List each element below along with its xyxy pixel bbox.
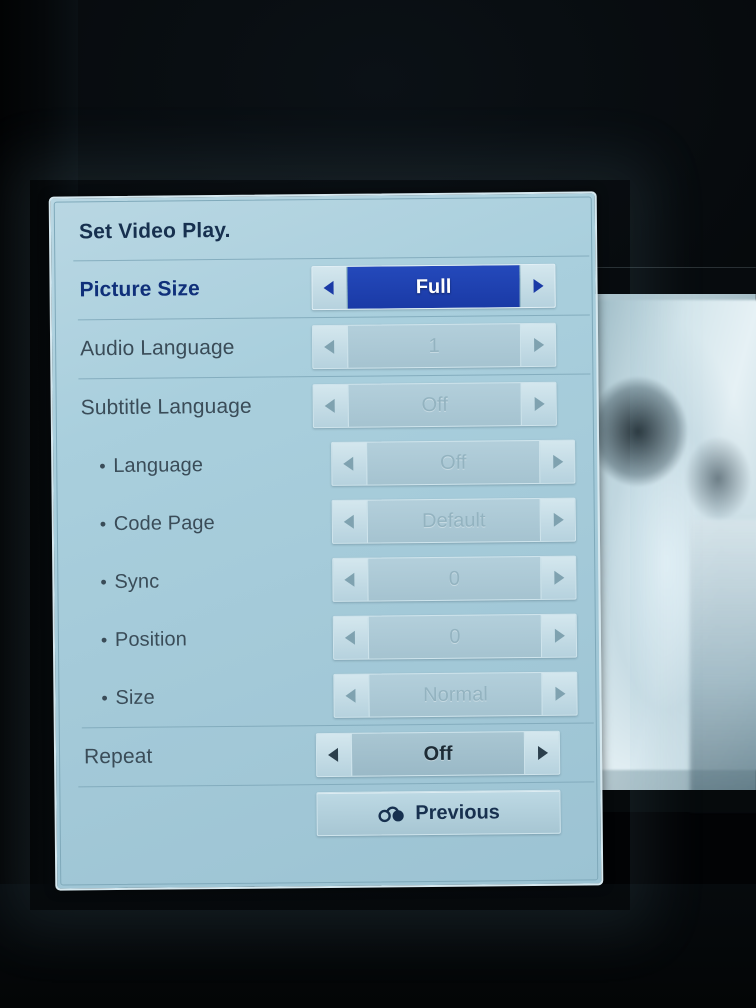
left-arrow-icon[interactable] xyxy=(334,674,369,717)
right-arrow-icon[interactable] xyxy=(542,672,577,715)
setting-row-picture-size[interactable]: Picture Size Full xyxy=(51,256,596,319)
bullet-icon: • xyxy=(99,513,107,534)
setting-value-code-page: Default xyxy=(366,498,542,543)
setting-label-text: Audio Language xyxy=(80,335,235,361)
back-return-icon xyxy=(378,806,404,823)
spinner-repeat[interactable]: Off xyxy=(315,730,561,778)
bullet-icon: • xyxy=(101,687,108,708)
setting-value-position: 0 xyxy=(367,614,543,659)
right-arrow-icon[interactable] xyxy=(541,614,577,657)
previous-button[interactable]: Previous xyxy=(316,789,561,837)
left-arrow-icon[interactable] xyxy=(312,325,348,369)
setting-row-position[interactable]: • Position 0 xyxy=(55,606,600,669)
setting-row-audio-language[interactable]: Audio Language 1 xyxy=(52,315,597,378)
settings-list: Picture Size Full Audio Language 1 Subtitle … xyxy=(51,256,600,786)
left-arrow-icon[interactable] xyxy=(333,616,369,659)
spinner-picture-size[interactable]: Full xyxy=(311,263,556,311)
left-arrow-icon[interactable] xyxy=(332,500,368,543)
setting-row-repeat[interactable]: Repeat Off xyxy=(56,723,601,786)
right-arrow-icon[interactable] xyxy=(521,382,556,426)
setting-row-subtitle-language[interactable]: Subtitle Language Off xyxy=(52,374,597,437)
set-video-play-dialog: Set Video Play. Picture Size Full Audio La… xyxy=(48,191,604,891)
spinner-subtitle-language[interactable]: Off xyxy=(312,381,557,429)
setting-value-audio-language: 1 xyxy=(346,324,522,368)
bullet-icon: • xyxy=(99,455,106,476)
setting-label-text: Picture Size xyxy=(79,277,200,302)
setting-label-text: Position xyxy=(114,627,187,651)
right-arrow-icon[interactable] xyxy=(520,323,556,367)
spinner-sync[interactable]: 0 xyxy=(332,555,577,602)
tv-bezel-bottom xyxy=(0,884,756,1008)
bullet-icon: • xyxy=(100,571,107,592)
right-arrow-icon[interactable] xyxy=(540,440,575,483)
right-arrow-icon[interactable] xyxy=(524,731,560,775)
setting-value-sync: 0 xyxy=(367,556,542,601)
tv-screen: Set Video Play. Picture Size Full Audio La… xyxy=(0,0,756,1008)
dialog-title: Set Video Play. xyxy=(78,218,231,244)
setting-row-language[interactable]: • Language Off xyxy=(53,432,598,495)
setting-label-text: Code Page xyxy=(113,511,215,535)
setting-value-language: Off xyxy=(366,440,541,485)
spinner-language[interactable]: Off xyxy=(331,439,576,486)
spinner-code-page[interactable]: Default xyxy=(331,497,577,544)
setting-value-repeat: Off xyxy=(350,732,526,776)
footer-spacer xyxy=(85,814,317,816)
left-arrow-icon[interactable] xyxy=(316,733,352,777)
setting-label-text: Size xyxy=(115,686,155,709)
setting-label-position: • Position xyxy=(83,626,333,651)
spinner-audio-language[interactable]: 1 xyxy=(311,322,557,370)
setting-row-sync[interactable]: • Sync 0 xyxy=(54,548,599,611)
setting-value-subtitle-language: Off xyxy=(347,383,522,427)
previous-button-label: Previous xyxy=(415,800,500,824)
setting-label-text: Language xyxy=(113,453,204,477)
left-arrow-icon[interactable] xyxy=(333,558,368,601)
setting-row-code-page[interactable]: • Code Page Default xyxy=(54,490,599,553)
setting-label-picture-size: Picture Size xyxy=(79,276,311,302)
setting-label-size: • Size xyxy=(83,684,333,709)
setting-label-language: • Language xyxy=(81,452,331,477)
setting-label-text: Sync xyxy=(114,570,160,593)
bullet-icon: • xyxy=(100,629,108,650)
right-arrow-icon[interactable] xyxy=(520,264,555,308)
right-arrow-icon[interactable] xyxy=(540,498,576,541)
setting-label-audio-language: Audio Language xyxy=(80,335,312,361)
setting-label-text: Repeat xyxy=(83,744,153,769)
left-arrow-icon[interactable] xyxy=(312,266,347,310)
setting-label-text: Subtitle Language xyxy=(80,394,252,420)
background-video-highlight xyxy=(690,520,756,810)
spinner-size[interactable]: Normal xyxy=(333,671,578,718)
setting-label-subtitle-language: Subtitle Language xyxy=(81,394,313,420)
spinner-position[interactable]: 0 xyxy=(332,613,578,660)
setting-value-picture-size: Full xyxy=(346,265,521,309)
left-arrow-icon[interactable] xyxy=(313,384,348,428)
setting-label-repeat: Repeat xyxy=(84,743,316,769)
setting-value-size: Normal xyxy=(368,672,543,717)
setting-label-code-page: • Code Page xyxy=(82,510,332,535)
setting-row-size[interactable]: • Size Normal xyxy=(55,664,600,727)
dialog-footer: Previous xyxy=(56,782,601,845)
left-arrow-icon[interactable] xyxy=(332,442,367,485)
right-arrow-icon[interactable] xyxy=(541,556,576,599)
setting-label-sync: • Sync xyxy=(82,568,332,593)
